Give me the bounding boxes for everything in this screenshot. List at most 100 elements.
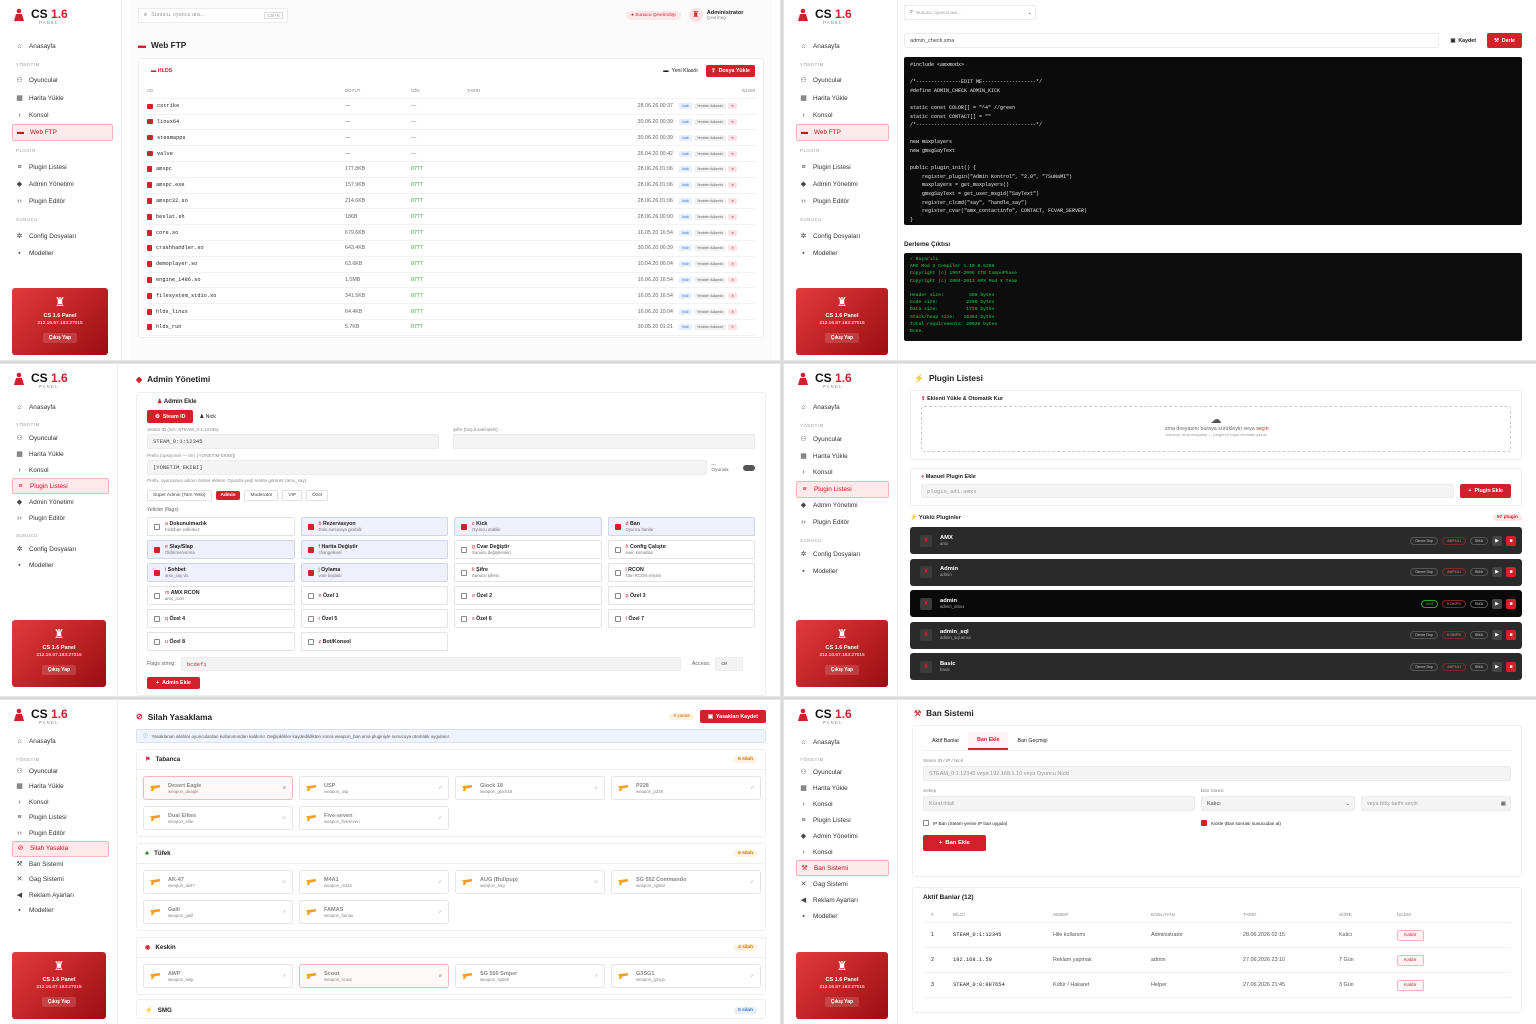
nav-config[interactable]: ✲ Config Dosyaları: [796, 547, 889, 564]
flag-checkbox[interactable]: g Cvar Değiştir Sunucu değişkenleri: [454, 540, 602, 559]
nav-plugin-editor[interactable]: ‹› Plugin Editör: [12, 826, 109, 842]
reason-input[interactable]: Kural ihlali: [923, 796, 1195, 811]
file-row[interactable]: valve — — 26.04.20 00:42 İndir Yeniden Adland…: [147, 146, 755, 162]
plugin-row[interactable]: ♜ Admin admin Devre Dışı AKPULI SMA ▶ ■: [910, 558, 1522, 586]
rename-button[interactable]: Yeniden Adlandır: [693, 213, 727, 220]
rename-button[interactable]: Yeniden Adlandır: [693, 324, 727, 331]
search-input[interactable]: ⌕ Sunucu, oyuncu ara... ⌄: [904, 5, 1036, 20]
flag-checkbox[interactable]: i Sohbet amx_say vb.: [147, 563, 295, 582]
nav-plugin-list[interactable]: ≡ Plugin Listesi: [12, 478, 109, 494]
weapon-card[interactable]: Scout weapon_scout ⊘: [299, 964, 449, 988]
flag-checkbox[interactable]: n Özel 1: [300, 586, 448, 605]
brand-logo[interactable]: CS 1.6 PANEL: [12, 7, 113, 33]
tab-ban[interactable]: Ban Ekle: [968, 732, 1009, 750]
nav-players[interactable]: ⚇ Oyuncular: [796, 72, 889, 89]
save-button[interactable]: ▣ Kaydet: [1445, 33, 1481, 48]
nav-home[interactable]: ⌂ Anasayfa: [796, 734, 889, 750]
unban-button[interactable]: Kaldır: [1397, 954, 1424, 966]
logout-button[interactable]: Çıkış Yap: [41, 997, 77, 1007]
delete-icon[interactable]: ✕: [728, 197, 738, 204]
nav-models[interactable]: ▪ Modeller: [12, 557, 109, 573]
role-preset-button[interactable]: Moderatör: [244, 490, 279, 501]
flag-checkbox[interactable]: h Config Çalıştır exec komutları: [607, 540, 755, 559]
role-preset-button[interactable]: Admin: [215, 491, 241, 500]
plugin-row[interactable]: ♜ admin_sql admin_sql.amxx Devre Dışı KOMPS S…: [910, 621, 1522, 649]
delete-icon[interactable]: ✕: [728, 213, 738, 220]
prefix-input[interactable]: [YONETIM EKIBI]: [147, 460, 708, 475]
nav-ban-system[interactable]: ⚒ Ban Sistemi: [796, 860, 889, 876]
nav-map[interactable]: ▦ Harita Yükle: [796, 780, 889, 796]
role-preset-button[interactable]: VIP: [282, 490, 303, 501]
rename-button[interactable]: Yeniden Adlandır: [693, 276, 727, 283]
weapon-card[interactable]: SG 552 Commando weapon_sg552 ✓: [611, 870, 761, 894]
save-bans-button[interactable]: ▣ Yasakları Kaydet: [699, 710, 766, 723]
nav-models[interactable]: ▪ Modeller: [796, 908, 889, 924]
file-row[interactable]: engine_i486.so 1.0MB 0777 16.06.20 16:54 İnd…: [147, 273, 755, 289]
tab-steam[interactable]: ⚙ Steam ID: [147, 410, 194, 423]
nav-home[interactable]: ⌂ Anasayfa: [796, 399, 889, 416]
nav-players[interactable]: ⚇ Oyuncular: [12, 72, 113, 89]
weapon-card[interactable]: P228 weapon_p228 ✓: [611, 776, 761, 800]
file-row[interactable]: core.so 679.6KB 0777 16.05.20 16:54 İndir Yen…: [147, 225, 755, 241]
nav-config[interactable]: ✲ Config Dosyaları: [12, 541, 109, 557]
weapon-card[interactable]: Glock 18 weapon_glock18 ✓: [455, 776, 605, 800]
download-button[interactable]: İndir: [679, 134, 692, 141]
nav-home[interactable]: ⌂ Anasayfa: [796, 38, 889, 55]
nav-config[interactable]: ✲ Config Dosyaları: [12, 227, 113, 244]
play-icon[interactable]: ▶: [1492, 598, 1502, 609]
flag-checkbox[interactable]: u Özel 8: [147, 632, 295, 651]
add-admin-button[interactable]: + Admin Ekle: [147, 677, 200, 689]
logout-button[interactable]: Çıkış Yap: [42, 333, 78, 343]
brand-logo[interactable]: CS 1.6 PANEL: [12, 707, 109, 733]
delete-icon[interactable]: ✕: [728, 103, 738, 110]
download-button[interactable]: İndir: [679, 182, 692, 189]
nav-console[interactable]: › Konsol: [796, 107, 889, 124]
file-row[interactable]: linux64 — — 30.06.20 00:39 İndir Yeniden Adla…: [147, 115, 755, 131]
flag-checkbox[interactable]: a Dokunulmazlık Kick/ban edilemez: [147, 517, 295, 536]
password-input[interactable]: [453, 434, 755, 449]
delete-icon[interactable]: ■: [1506, 535, 1516, 546]
flag-checkbox[interactable]: m AMX RCON amx_rcon: [147, 586, 295, 605]
brand-logo[interactable]: CS 1.6 PANEL: [796, 7, 889, 33]
flags-string-input[interactable]: bcdefi: [180, 657, 681, 671]
file-row[interactable]: crashhandler.so 643.4KB 0777 30.06.20 00:39…: [147, 241, 755, 257]
brand-logo[interactable]: CS 1.6 PANEL: [12, 371, 109, 397]
flag-checkbox[interactable]: e Slay/Slap Öldürme/vurma: [147, 540, 295, 559]
nav-players[interactable]: ⚇ Oyuncular: [796, 764, 889, 780]
file-row[interactable]: steamapps — — 30.06.20 00:39 İndir Yeniden Ad…: [147, 130, 755, 147]
unban-button[interactable]: Kaldır: [1397, 979, 1424, 991]
delete-icon[interactable]: ■: [1506, 567, 1516, 577]
rename-button[interactable]: Yeniden Adlandır: [693, 166, 727, 173]
end-date-input[interactable]: veya bitiş tarihi seçin ▦: [1361, 796, 1511, 811]
nav-models[interactable]: ▪ Modeller: [12, 245, 113, 262]
rename-button[interactable]: Yeniden Adlandır: [693, 118, 727, 125]
flag-checkbox[interactable]: s Özel 6: [454, 609, 602, 628]
delete-icon[interactable]: ■: [1506, 661, 1516, 672]
rename-button[interactable]: Yeniden Adlandır: [693, 229, 727, 236]
file-row[interactable]: hlds_linux 64.4KB 0777 16.06.20 10:04 İndir Y…: [147, 304, 755, 320]
ban-target-input[interactable]: STEAM_0:1:12345 veya 192.168.1.10 veya O…: [923, 766, 1511, 781]
flag-checkbox[interactable]: r Özel 5: [300, 609, 448, 628]
file-row[interactable]: amxpc 177.8KB 0777 28.06.26 01:06 İndir Yenid…: [147, 162, 755, 178]
rename-button[interactable]: Yeniden Adlandır: [693, 308, 727, 315]
download-button[interactable]: İndir: [679, 308, 692, 315]
delete-icon[interactable]: ✕: [728, 261, 738, 268]
nav-plugin-list[interactable]: ≡ Plugin Listesi: [12, 810, 109, 826]
nav-ftp[interactable]: ▬ Web FTP: [12, 124, 113, 142]
nav-plugin-list[interactable]: ≡ Plugin Listesi: [12, 158, 113, 175]
nav-weapon-ban[interactable]: ⊘ Silah Yasakla: [12, 841, 109, 857]
weapon-card[interactable]: Five-seven weapon_fiveseven ✓: [299, 806, 449, 830]
download-button[interactable]: İndir: [679, 324, 692, 331]
flag-checkbox[interactable]: b Rezervasyon Dolu sunucuya girebilir: [300, 517, 448, 536]
nav-map[interactable]: ▦ Harita Yükle: [12, 90, 113, 107]
nav-gag[interactable]: ✕ Gag Sistemi: [12, 872, 109, 888]
compile-button[interactable]: ⚒ Derle: [1487, 33, 1522, 48]
unban-button[interactable]: Kaldır: [1397, 929, 1424, 941]
file-row[interactable]: beslat.sh 186B 0777 28.06.26 00:00 İndir Yeni…: [147, 209, 755, 226]
weapon-card[interactable]: G3SG1 weapon_g3sg1 ✓: [611, 964, 761, 988]
role-preset-button[interactable]: Süper Admin (Tam Yetki): [147, 490, 212, 501]
weapon-card[interactable]: AK-47 weapon_ak47 ✓: [143, 870, 293, 894]
brand-logo[interactable]: CS 1.6 PANEL: [796, 371, 889, 397]
access-input[interactable]: ce: [715, 657, 744, 671]
delete-icon[interactable]: ■: [1506, 630, 1516, 640]
